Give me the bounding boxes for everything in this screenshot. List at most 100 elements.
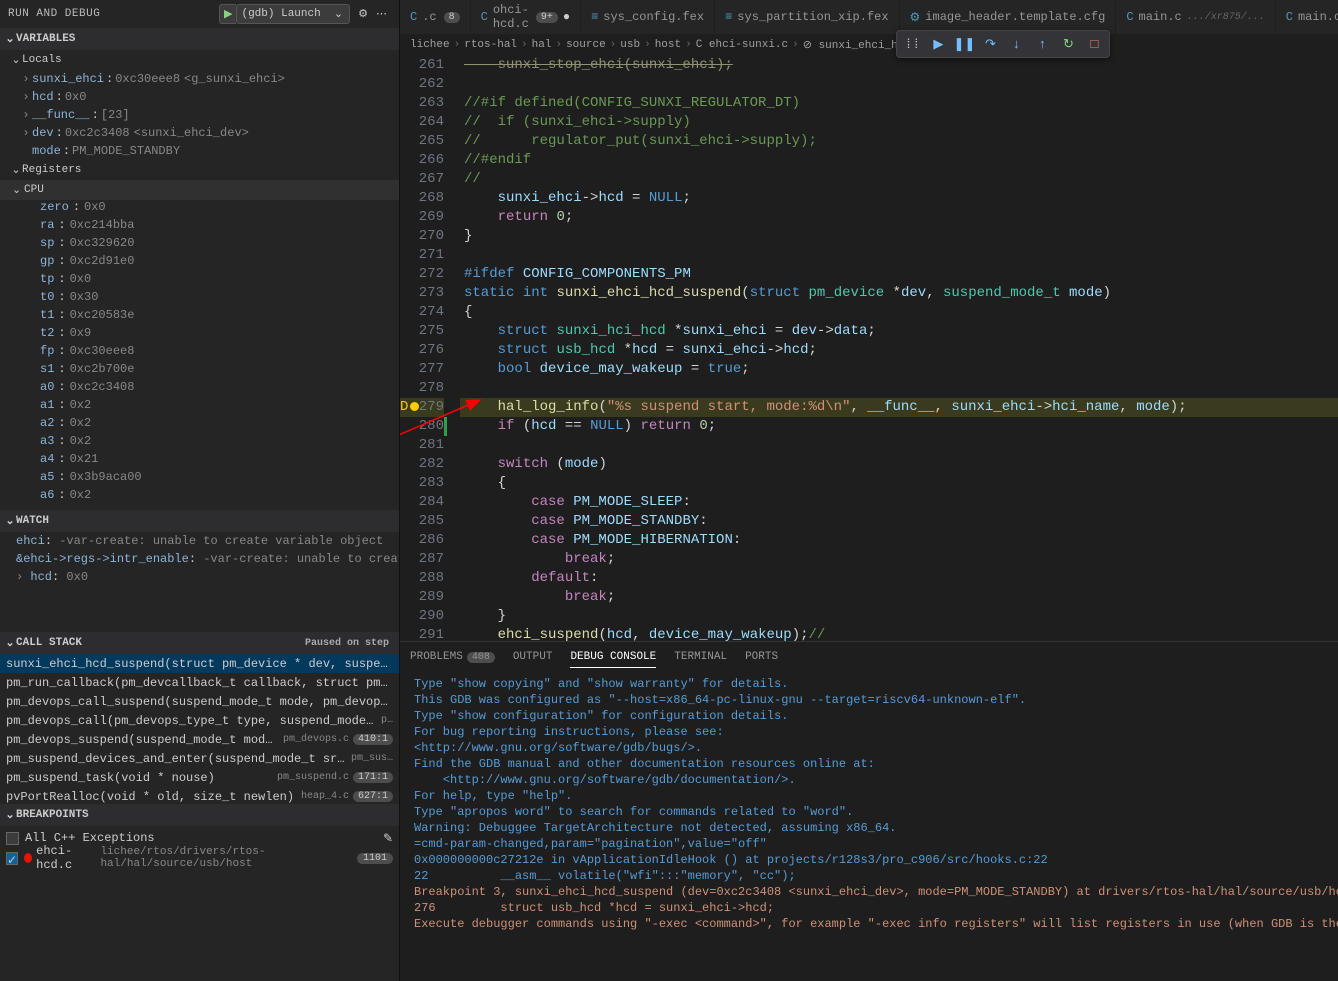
stack-frame[interactable]: sunxi_ehci_hcd_suspend(struct pm_device … bbox=[0, 654, 399, 673]
stack-frame[interactable]: pm_devops_call(pm_devops_type_t type, su… bbox=[0, 711, 399, 730]
register-row[interactable]: sp:0xc329620 bbox=[0, 236, 399, 254]
local-var[interactable]: ›sunxi_ehci: 0xc30eee8 <g_sunxi_ehci> bbox=[0, 70, 399, 88]
local-var[interactable]: ›hcd: 0x0 bbox=[0, 88, 399, 106]
more-icon[interactable]: ⋯ bbox=[376, 7, 387, 21]
breadcrumb-item[interactable]: lichee bbox=[410, 39, 450, 51]
register-row[interactable]: s1:0xc2b700e bbox=[0, 362, 399, 380]
debug-toolbar: ⁞⁞ ▶ ❚❚ ↷ ↓ ↑ ↻ □ bbox=[896, 30, 1110, 58]
breadcrumb-item[interactable]: C ehci-sunxi.c bbox=[696, 39, 788, 51]
breadcrumb-item[interactable]: ⊘ sunxi_ehci_hc bbox=[803, 38, 905, 52]
continue-button[interactable]: ▶ bbox=[929, 35, 947, 53]
file-icon: C bbox=[1126, 10, 1133, 24]
start-debug-button[interactable]: ▶ bbox=[219, 4, 236, 24]
local-var[interactable]: ›dev: 0xc2c3408 <sunxi_ehci_dev> bbox=[0, 124, 399, 142]
panel-tab[interactable]: DEBUG CONSOLE bbox=[570, 647, 656, 668]
breakpoint-row[interactable]: ✓ehci-hcd.clichee/rtos/drivers/rtos-hal/… bbox=[0, 848, 399, 868]
register-row[interactable]: a0:0xc2c3408 bbox=[0, 380, 399, 398]
editor-tab[interactable]: ≡sys_partition_xip.fex bbox=[715, 0, 899, 34]
console-line: =cmd-param-changed,param="pagination",va… bbox=[414, 836, 1338, 852]
breadcrumb-item[interactable]: usb bbox=[620, 39, 640, 51]
run-debug-title: RUN AND DEBUG bbox=[8, 8, 219, 20]
stop-button[interactable]: □ bbox=[1085, 35, 1103, 53]
register-row[interactable]: t1:0xc20583e bbox=[0, 308, 399, 326]
breadcrumb[interactable]: lichee›rtos-hal›hal›source›usb›host›C eh… bbox=[400, 34, 1338, 56]
debug-console[interactable]: Type "show copying" and "show warranty" … bbox=[400, 672, 1338, 981]
stack-frame[interactable]: pm_devops_call_suspend(suspend_mode_t mo… bbox=[0, 692, 399, 711]
register-row[interactable]: ra:0xc214bba bbox=[0, 218, 399, 236]
console-line: Breakpoint 3, sunxi_ehci_hcd_suspend (de… bbox=[414, 884, 1338, 900]
breakpoints-section-header[interactable]: ⌄BREAKPOINTS bbox=[0, 804, 399, 826]
step-over-button[interactable]: ↷ bbox=[981, 35, 999, 53]
register-row[interactable]: gp:0xc2d91e0 bbox=[0, 254, 399, 272]
breadcrumb-item[interactable]: hal bbox=[532, 39, 552, 51]
register-row[interactable]: t2:0x9 bbox=[0, 326, 399, 344]
panel-tab[interactable]: PORTS bbox=[745, 647, 778, 667]
file-icon: ⚙ bbox=[910, 10, 921, 25]
file-icon: ≡ bbox=[591, 10, 598, 24]
restart-button[interactable]: ↻ bbox=[1059, 35, 1077, 53]
panel-tab[interactable]: OUTPUT bbox=[513, 647, 553, 667]
watch-item[interactable]: › hcd: 0x0 bbox=[0, 568, 399, 586]
register-row[interactable]: fp:0xc30eee8 bbox=[0, 344, 399, 362]
launch-config-select[interactable]: (gdb) Launch ⌄ bbox=[236, 4, 350, 24]
file-icon: C bbox=[1286, 10, 1293, 24]
console-line: <http://www.gnu.org/software/gdb/bugs/>. bbox=[414, 740, 1338, 756]
register-row[interactable]: a3:0x2 bbox=[0, 434, 399, 452]
gear-icon[interactable]: ⚙ bbox=[358, 7, 368, 21]
stack-frame[interactable]: pvPortRealloc(void * old, size_t newlen)… bbox=[0, 787, 399, 804]
console-line: <http://www.gnu.org/software/gdb/documen… bbox=[414, 772, 1338, 788]
run-and-debug-header: RUN AND DEBUG ▶ (gdb) Launch ⌄ ⚙ ⋯ bbox=[0, 0, 399, 28]
stack-frame[interactable]: pm_suspend_task(void * nouse)pm_suspend.… bbox=[0, 768, 399, 787]
editor-tab[interactable]: ≡sys_config.fex bbox=[581, 0, 715, 34]
register-row[interactable]: t0:0x30 bbox=[0, 290, 399, 308]
cpu-group[interactable]: ⌄CPU bbox=[0, 180, 399, 200]
editor-tab[interactable]: Cohci-hcd.c9+● bbox=[471, 0, 581, 34]
watch-item[interactable]: &ehci->regs->intr_enable: -var-create: u… bbox=[0, 550, 399, 568]
stack-frame[interactable]: pm_devops_suspend(suspend_mode_t mode)pm… bbox=[0, 730, 399, 749]
editor-tab[interactable]: Cmain.c.../xr875/... bbox=[1116, 0, 1275, 34]
local-var[interactable]: mode: PM_MODE_STANDBY bbox=[0, 142, 399, 160]
register-row[interactable]: a2:0x2 bbox=[0, 416, 399, 434]
console-line: Type "show configuration" for configurat… bbox=[414, 708, 1338, 724]
editor-tab[interactable]: ⚙image_header.template.cfg bbox=[900, 0, 1117, 34]
editor-tab[interactable]: C.c8 bbox=[400, 0, 471, 34]
callstack-section-header[interactable]: ⌄CALL STACKPaused on step bbox=[0, 632, 399, 654]
breadcrumb-item[interactable]: host bbox=[655, 39, 681, 51]
watch-section-header[interactable]: ⌄WATCH bbox=[0, 510, 399, 532]
console-line: Find the GDB manual and other documentat… bbox=[414, 756, 1338, 772]
console-line: 0x000000000c27212e in vApplicationIdleHo… bbox=[414, 852, 1338, 868]
register-row[interactable]: zero:0x0 bbox=[0, 200, 399, 218]
register-row[interactable]: a4:0x21 bbox=[0, 452, 399, 470]
file-icon: ≡ bbox=[725, 10, 732, 24]
registers-header[interactable]: ⌄Registers bbox=[0, 160, 399, 180]
breadcrumb-item[interactable]: rtos-hal bbox=[464, 39, 517, 51]
panel-tab[interactable]: TERMINAL bbox=[674, 647, 727, 667]
panel-tabs: PROBLEMS408 OUTPUT DEBUG CONSOLE TERMINAL PO… bbox=[400, 642, 1338, 672]
panel-tab[interactable]: PROBLEMS408 bbox=[410, 647, 495, 667]
editor-tabs: C.c8Cohci-hcd.c9+●≡sys_config.fex≡sys_pa… bbox=[400, 0, 1338, 34]
checkbox[interactable] bbox=[6, 832, 19, 845]
step-into-button[interactable]: ↓ bbox=[1007, 35, 1025, 53]
register-row[interactable]: a1:0x2 bbox=[0, 398, 399, 416]
locals-header[interactable]: ⌄Locals bbox=[0, 50, 399, 70]
register-row[interactable]: a5:0x3b9aca00 bbox=[0, 470, 399, 488]
stack-frame[interactable]: pm_suspend_devices_and_enter(suspend_mod… bbox=[0, 749, 399, 768]
register-row[interactable]: tp:0x0 bbox=[0, 272, 399, 290]
step-out-button[interactable]: ↑ bbox=[1033, 35, 1051, 53]
checkbox[interactable]: ✓ bbox=[6, 852, 18, 865]
toolbar-grip-icon[interactable]: ⁞⁞ bbox=[903, 35, 921, 53]
editor-tab[interactable]: Cmain.c.../r128s3/... bbox=[1276, 0, 1338, 34]
watch-item[interactable]: ehci: -var-create: unable to create vari… bbox=[0, 532, 399, 550]
variables-section-header[interactable]: ⌄VARIABLES bbox=[0, 28, 399, 50]
console-line: Type "apropos word" to search for comman… bbox=[414, 804, 1338, 820]
console-line: Execute debugger commands using "-exec <… bbox=[414, 916, 1338, 932]
breadcrumb-item[interactable]: source bbox=[566, 39, 606, 51]
register-row[interactable]: a6:0x2 bbox=[0, 488, 399, 506]
stack-frame[interactable]: pm_run_callback(pm_devcallback_t callbac… bbox=[0, 673, 399, 692]
pencil-icon[interactable]: ✎ bbox=[383, 831, 393, 846]
local-var[interactable]: ›__func__: [23] bbox=[0, 106, 399, 124]
console-line: Type "show copying" and "show warranty" … bbox=[414, 676, 1338, 692]
code-editor[interactable]: 2612622632642652662672682692702712722732… bbox=[400, 56, 1338, 641]
pause-button[interactable]: ❚❚ bbox=[955, 35, 973, 53]
console-line: This GDB was configured as "--host=x86_6… bbox=[414, 692, 1338, 708]
